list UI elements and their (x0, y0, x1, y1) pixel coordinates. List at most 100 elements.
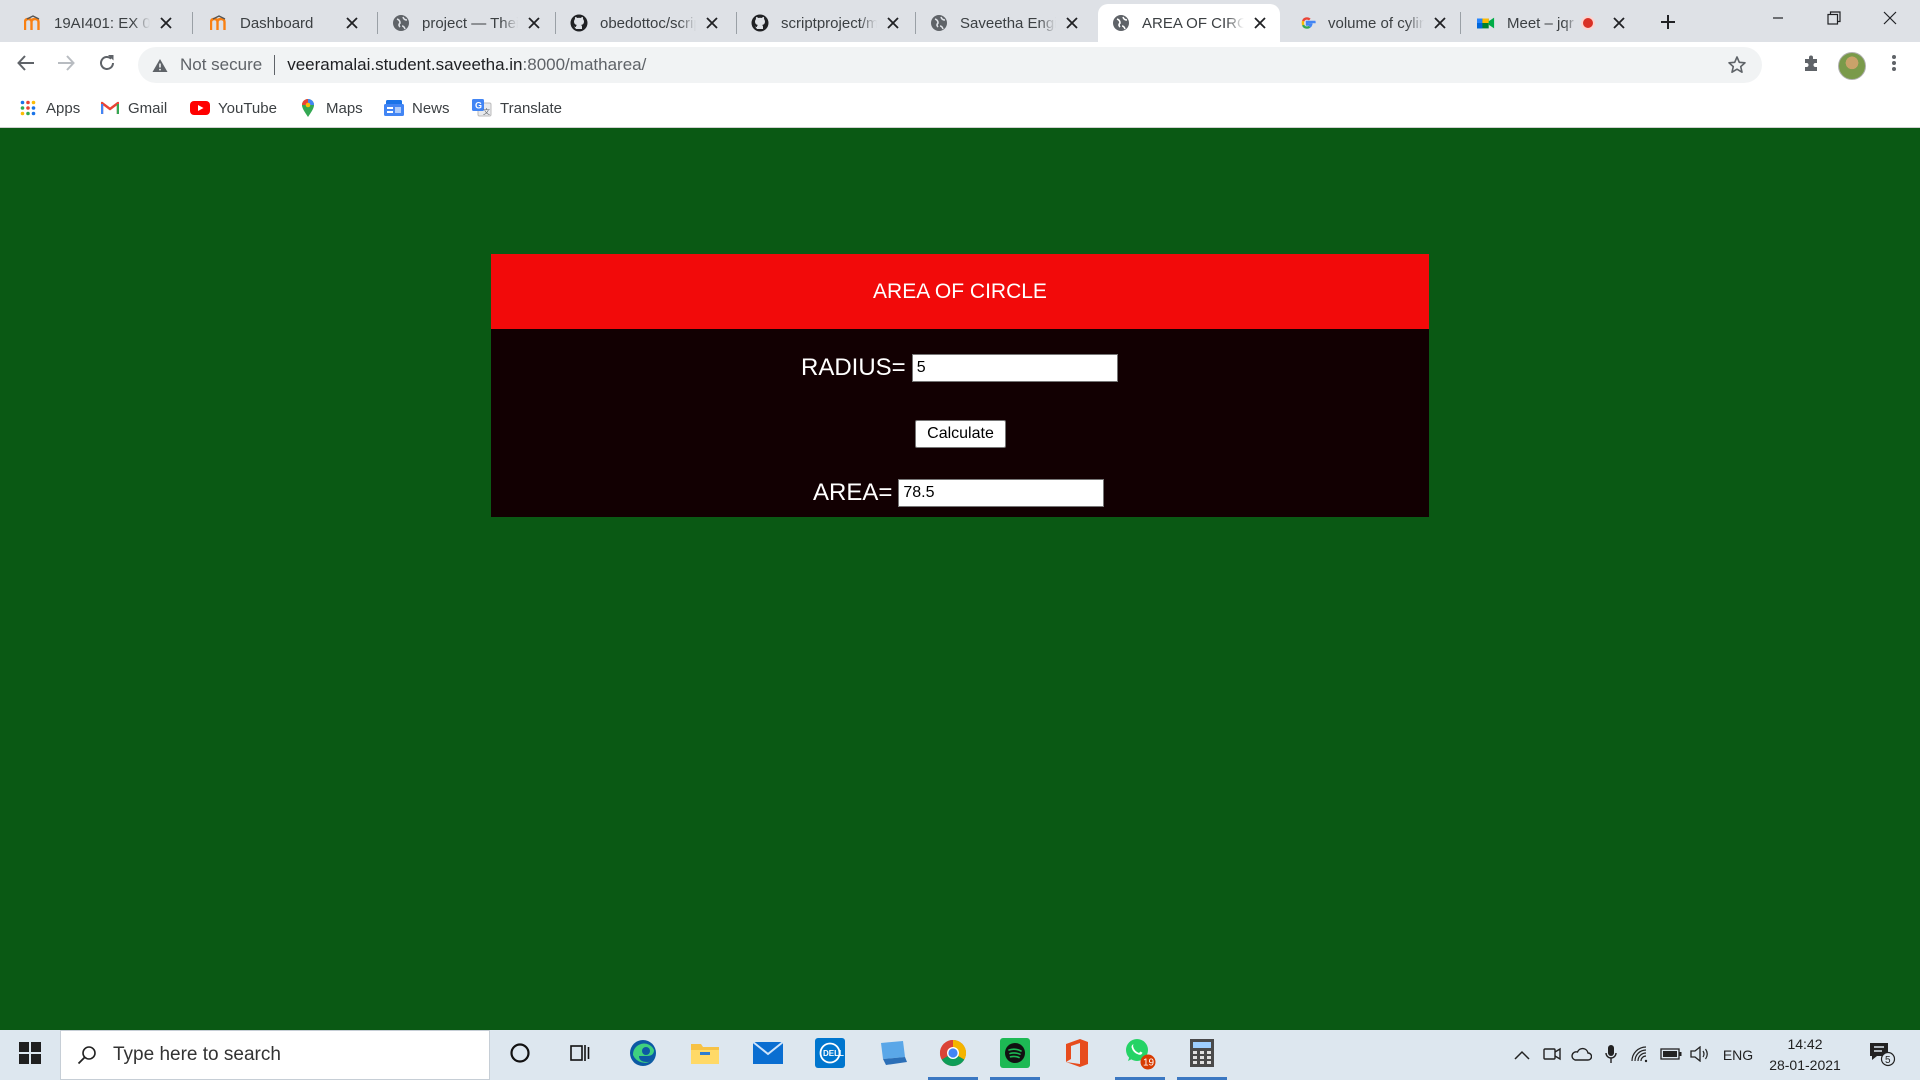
chrome-taskbar-button[interactable] (928, 1033, 978, 1080)
close-icon[interactable] (702, 13, 722, 33)
taskbar-search[interactable]: Type here to search (60, 1030, 490, 1080)
edge-button[interactable] (618, 1033, 668, 1077)
language-indicator[interactable]: ENG (1718, 1030, 1758, 1080)
tab-19ai401[interactable]: 19AI401: EX 03 (10, 4, 186, 42)
globe-icon (1112, 14, 1130, 32)
close-icon[interactable] (1062, 13, 1082, 33)
puzzle-icon (1802, 53, 1822, 78)
bookmark-gmail[interactable]: Gmail (100, 96, 167, 120)
bookmark-label: Gmail (128, 99, 168, 117)
bookmark-apps[interactable]: Apps (18, 96, 80, 120)
meet-now-tray-button[interactable] (1540, 1030, 1564, 1080)
wifi-tray-button[interactable] (1628, 1030, 1652, 1080)
calculate-button[interactable]: Calculate (915, 420, 1006, 448)
area-row: AREA= (813, 479, 1105, 507)
reload-button[interactable] (91, 49, 123, 81)
url-host: veeramalai.student.saveetha.in (287, 55, 523, 74)
device-button[interactable] (868, 1033, 918, 1077)
close-window-button[interactable] (1862, 0, 1918, 40)
show-hidden-icons-button[interactable] (1510, 1030, 1534, 1080)
microphone-tray-button[interactable] (1600, 1030, 1622, 1080)
tab-project[interactable]: project — Their (378, 4, 554, 42)
chrome-icon (938, 1038, 968, 1073)
svg-text:G: G (475, 101, 482, 111)
tab-divider (192, 12, 193, 34)
close-icon[interactable] (1609, 13, 1629, 33)
cortana-icon (509, 1042, 531, 1069)
dell-button[interactable]: DELL (805, 1033, 855, 1077)
globe-icon (930, 14, 948, 32)
tab-obedottoc[interactable]: obedottoc/script (556, 4, 732, 42)
tab-scriptproject[interactable]: scriptproject/m (737, 4, 913, 42)
area-label: AREA= (813, 479, 893, 506)
bookmark-label: YouTube (218, 99, 277, 117)
microphone-icon (1605, 1044, 1617, 1067)
action-center-button[interactable]: 5 (1862, 1030, 1902, 1080)
cortana-button[interactable] (495, 1033, 545, 1077)
close-icon[interactable] (1430, 13, 1450, 33)
system-clock[interactable]: 14:42 28-01-2021 (1760, 1034, 1850, 1076)
close-icon[interactable] (883, 13, 903, 33)
close-icon[interactable] (1250, 13, 1270, 33)
tab-title: project — Their (422, 14, 518, 32)
battery-tray-button[interactable] (1658, 1030, 1684, 1080)
moodle-icon (24, 14, 42, 32)
close-icon (1883, 11, 1897, 30)
close-icon[interactable] (156, 13, 176, 33)
close-icon[interactable] (524, 13, 544, 33)
tab-dashboard[interactable]: Dashboard (196, 4, 372, 42)
search-placeholder: Type here to search (113, 1044, 281, 1065)
back-button[interactable] (10, 49, 42, 81)
tab-title: 19AI401: EX 03 (54, 14, 150, 32)
clock-date: 28-01-2021 (1769, 1057, 1841, 1073)
arrow-left-icon (17, 54, 35, 77)
bookmark-maps[interactable]: Maps (298, 96, 363, 120)
forward-button[interactable] (50, 49, 82, 81)
close-icon[interactable] (342, 13, 362, 33)
mail-button[interactable] (743, 1033, 793, 1077)
whatsapp-icon: 19 (1123, 1036, 1157, 1075)
office-button[interactable] (1052, 1033, 1102, 1077)
youtube-icon (190, 98, 210, 118)
start-button[interactable] (8, 1035, 52, 1075)
spotify-icon (1000, 1037, 1030, 1073)
whatsapp-button[interactable]: 19 (1115, 1033, 1165, 1080)
tab-title: Meet – jqr (1507, 14, 1574, 32)
security-status-label[interactable]: Not secure (180, 55, 262, 75)
edge-icon (628, 1038, 658, 1073)
speaker-icon (1690, 1045, 1710, 1065)
tab-area-of-circle[interactable]: AREA OF CIRCLE (1098, 4, 1280, 42)
area-output[interactable] (898, 479, 1105, 507)
warning-triangle-icon[interactable] (150, 55, 170, 75)
maps-pin-icon (298, 98, 318, 118)
bookmark-star-icon[interactable] (1726, 54, 1748, 76)
calculator-button[interactable] (1177, 1033, 1227, 1080)
volume-tray-button[interactable] (1688, 1030, 1712, 1080)
restore-button[interactable] (1806, 0, 1862, 40)
bookmark-translate[interactable]: G文 Translate (472, 96, 562, 120)
file-explorer-button[interactable] (680, 1033, 730, 1077)
calculator-card: AREA OF CIRCLE (491, 254, 1429, 517)
new-tab-button[interactable] (1652, 8, 1684, 40)
tab-title: Saveetha Engin (960, 14, 1056, 32)
windows-taskbar: Type here to search DELL 19 ENG 14:42 28… (0, 1030, 1920, 1080)
tab-saveetha[interactable]: Saveetha Engin (916, 4, 1092, 42)
chrome-menu-button[interactable] (1878, 49, 1910, 81)
mail-icon (752, 1040, 784, 1069)
radius-input[interactable] (911, 354, 1118, 382)
minimize-button[interactable] (1750, 0, 1806, 40)
task-view-button[interactable] (555, 1033, 605, 1077)
bookmark-news[interactable]: News (384, 96, 450, 120)
tab-volume-of-cylinder[interactable]: volume of cylin (1284, 4, 1460, 42)
spotify-button[interactable] (990, 1033, 1040, 1080)
bookmark-youtube[interactable]: YouTube (190, 96, 277, 120)
profile-avatar[interactable] (1838, 52, 1866, 80)
url-text[interactable]: veeramalai.student.saveetha.in:8000/math… (287, 55, 646, 75)
onedrive-tray-button[interactable] (1568, 1030, 1594, 1080)
extensions-button[interactable] (1796, 49, 1828, 81)
device-icon (878, 1040, 908, 1071)
tab-meet[interactable]: Meet – jqr (1463, 4, 1639, 42)
file-explorer-icon (690, 1040, 720, 1071)
address-bar[interactable]: Not secure veeramalai.student.saveetha.i… (138, 47, 1762, 83)
omnibox-divider (274, 55, 276, 75)
